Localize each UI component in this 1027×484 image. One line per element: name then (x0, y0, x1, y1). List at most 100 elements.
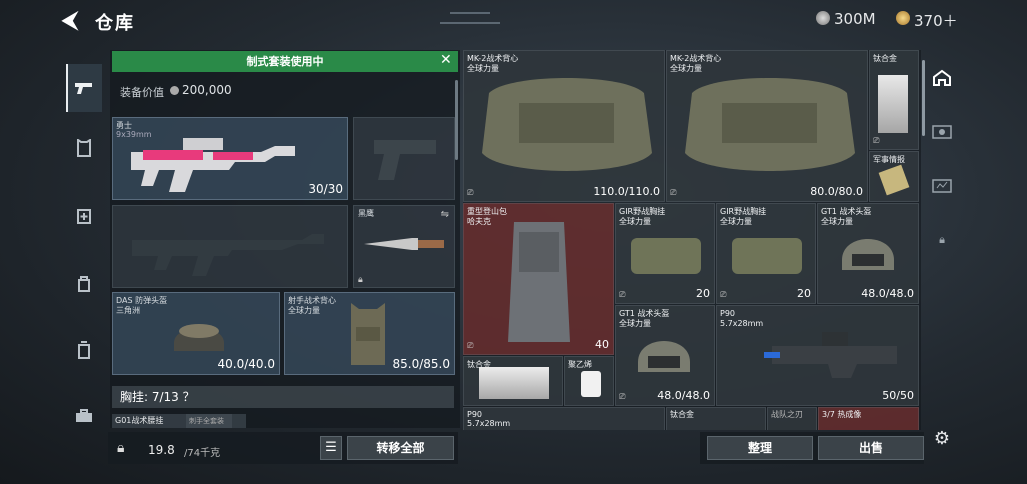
item-sub: 全球力量 (720, 217, 752, 226)
titanium-image (479, 367, 549, 399)
item-name: 钛合金 (670, 410, 694, 419)
stash-item[interactable]: 聚乙烯 (564, 356, 614, 406)
header-decoration (450, 12, 490, 14)
lock-icon[interactable]: 🔒︎ (928, 226, 956, 254)
home-stash-icon[interactable] (928, 64, 956, 92)
rifle-placeholder-icon (132, 234, 324, 276)
vest-image (351, 303, 385, 365)
stash-item[interactable]: GT1 战术头盔 全球力量 48.0/48.0 (817, 203, 919, 304)
stash-scrollbar[interactable] (922, 60, 925, 136)
item-value: 48.0/48.0 (657, 389, 710, 402)
ammo-box-icon[interactable] (66, 332, 102, 368)
p90-image (764, 332, 897, 378)
item-sub: 哈夫克 (467, 217, 491, 226)
toolbox-icon[interactable] (66, 398, 102, 434)
vest-image (685, 78, 855, 171)
item-value: 50/50 (882, 389, 914, 402)
item-name: 战队之刃 (771, 410, 803, 419)
stash-item[interactable]: GIR野战胸挂 全球力量 ⎚ 20 (716, 203, 816, 304)
polyethylene-image (581, 371, 601, 397)
stash-item[interactable]: P90 5.7x28mm 50/50 (716, 305, 919, 406)
item-name: MK-2战术背心 (670, 54, 722, 63)
loadout-scrollbar[interactable] (455, 80, 458, 160)
weight-lock-icon: 🔒︎ (117, 440, 125, 456)
back-icon[interactable]: ⮜ (62, 8, 78, 33)
vest-durability: 85.0/85.0 (392, 357, 450, 371)
stash-item[interactable]: 钛合金 (666, 407, 766, 430)
weapon-case-icon[interactable] (928, 118, 956, 146)
armor-icon[interactable] (66, 130, 102, 166)
sort-button[interactable]: 整理 (707, 436, 813, 460)
pistol-placeholder-icon (374, 140, 436, 180)
stash-item[interactable]: 钛合金 ⎚ (869, 50, 919, 150)
stash-item[interactable]: 重型登山包 哈夫克 ⎚ 40 (463, 203, 614, 355)
stash-item[interactable]: MK-2战术背心 全球力量 ⎚ 110.0/110.0 (463, 50, 665, 202)
transfer-all-button[interactable]: 转移全部 (347, 436, 454, 460)
carry-weight-limit: /74千克 (184, 448, 221, 459)
helmet-sub: 三角洲 (116, 306, 140, 315)
list-view-icon[interactable]: ☰ (320, 436, 342, 460)
primary-weapon-slot[interactable]: 勇士 9x39mm 30/30 (112, 117, 348, 200)
stash-item[interactable]: GIR野战胸挂 全球力量 ⎚ 20 (615, 203, 715, 304)
item-name: GIR野战胸挂 (619, 207, 666, 216)
cell-icon: ⎚ (873, 136, 880, 145)
close-icon[interactable]: ✕ (440, 52, 452, 68)
equipment-value: 200,000 (182, 83, 232, 97)
cell-icon: ⎚ (720, 290, 727, 299)
helmet-image (842, 239, 894, 270)
stash-grid: MK-2战术背心 全球力量 ⎚ 110.0/110.0 MK-2战术背心 全球力… (463, 50, 921, 430)
chest-rig-image (732, 238, 802, 274)
stash-item[interactable]: P90 5.7x28mm (463, 407, 665, 430)
helmet-slot[interactable]: DAS 防弹头盔 三角洲 40.0/40.0 (112, 292, 280, 375)
lock-icon: 🔒︎ (358, 275, 363, 285)
medic-icon[interactable] (66, 198, 102, 234)
item-name: 聚乙烯 (568, 360, 592, 369)
helmet-durability: 40.0/40.0 (217, 357, 275, 371)
gold-coin-icon (896, 11, 910, 25)
item-name: MK-2战术背心 (467, 54, 519, 63)
item-name: 军事情报 (873, 155, 905, 164)
cell-icon: ⎚ (619, 290, 626, 299)
stash-item[interactable]: 3/7 热成像 (818, 407, 919, 430)
item-name: P90 (720, 309, 736, 318)
secondary-weapon-slot[interactable] (112, 205, 348, 288)
item-value: 110.0/110.0 (593, 185, 660, 198)
sell-button[interactable]: 出售 (818, 436, 924, 460)
chest-item[interactable]: 刺手全套装 (186, 414, 246, 428)
backpack-image (508, 222, 570, 342)
vest-slot[interactable]: 射手战术背心 全球力量 85.0/85.0 (284, 292, 455, 375)
cell-icon: ⎚ (670, 188, 677, 197)
item-name: 钛合金 (873, 54, 897, 63)
item-value: 80.0/80.0 (810, 185, 863, 198)
stash-item[interactable]: 军事情报 (869, 151, 919, 202)
cell-icon: ⎚ (467, 188, 474, 197)
chest-case-icon[interactable] (928, 172, 956, 200)
currency-b-value[interactable]: 370＋ (914, 10, 958, 31)
item-value: 20 (696, 287, 710, 300)
equipment-value-label: 装备价值 (120, 86, 164, 99)
bag-icon[interactable] (66, 265, 102, 301)
sidearm-slot[interactable] (353, 117, 455, 200)
currency-a-value: 300M (834, 10, 876, 28)
melee-name: 黑鹰 (358, 209, 374, 218)
stash-item[interactable]: GT1 战术头盔 全球力量 ⎚ 48.0/48.0 (615, 305, 715, 406)
chest-rig-header[interactable]: 胸挂: 7/13 ？ (112, 386, 454, 408)
vest-sub: 全球力量 (288, 306, 320, 315)
stash-item[interactable]: MK-2战术背心 全球力量 ⎚ 80.0/80.0 (666, 50, 868, 202)
swap-icon[interactable]: ⇋ (441, 209, 449, 220)
pistol-icon[interactable] (66, 70, 102, 106)
gear-icon[interactable]: ⚙ (928, 424, 956, 452)
silver-coin-icon (816, 11, 830, 25)
cell-icon: ⎚ (619, 392, 626, 401)
item-sub: 5.7x28mm (467, 419, 511, 428)
item-value: 20 (797, 287, 811, 300)
item-name: 3/7 热成像 (822, 410, 862, 419)
item-name: GT1 战术头盔 (821, 207, 872, 216)
stash-item[interactable]: 钛合金 (463, 356, 563, 406)
stash-item[interactable]: 战队之刃 (767, 407, 817, 430)
melee-slot[interactable]: 黑鹰 ⇋ 🔒︎ (353, 205, 455, 288)
cell-icon: ⎚ (467, 341, 474, 350)
item-name: 重型登山包 (467, 207, 507, 216)
intel-image (878, 164, 910, 196)
primary-ammo: 30/30 (308, 182, 343, 196)
